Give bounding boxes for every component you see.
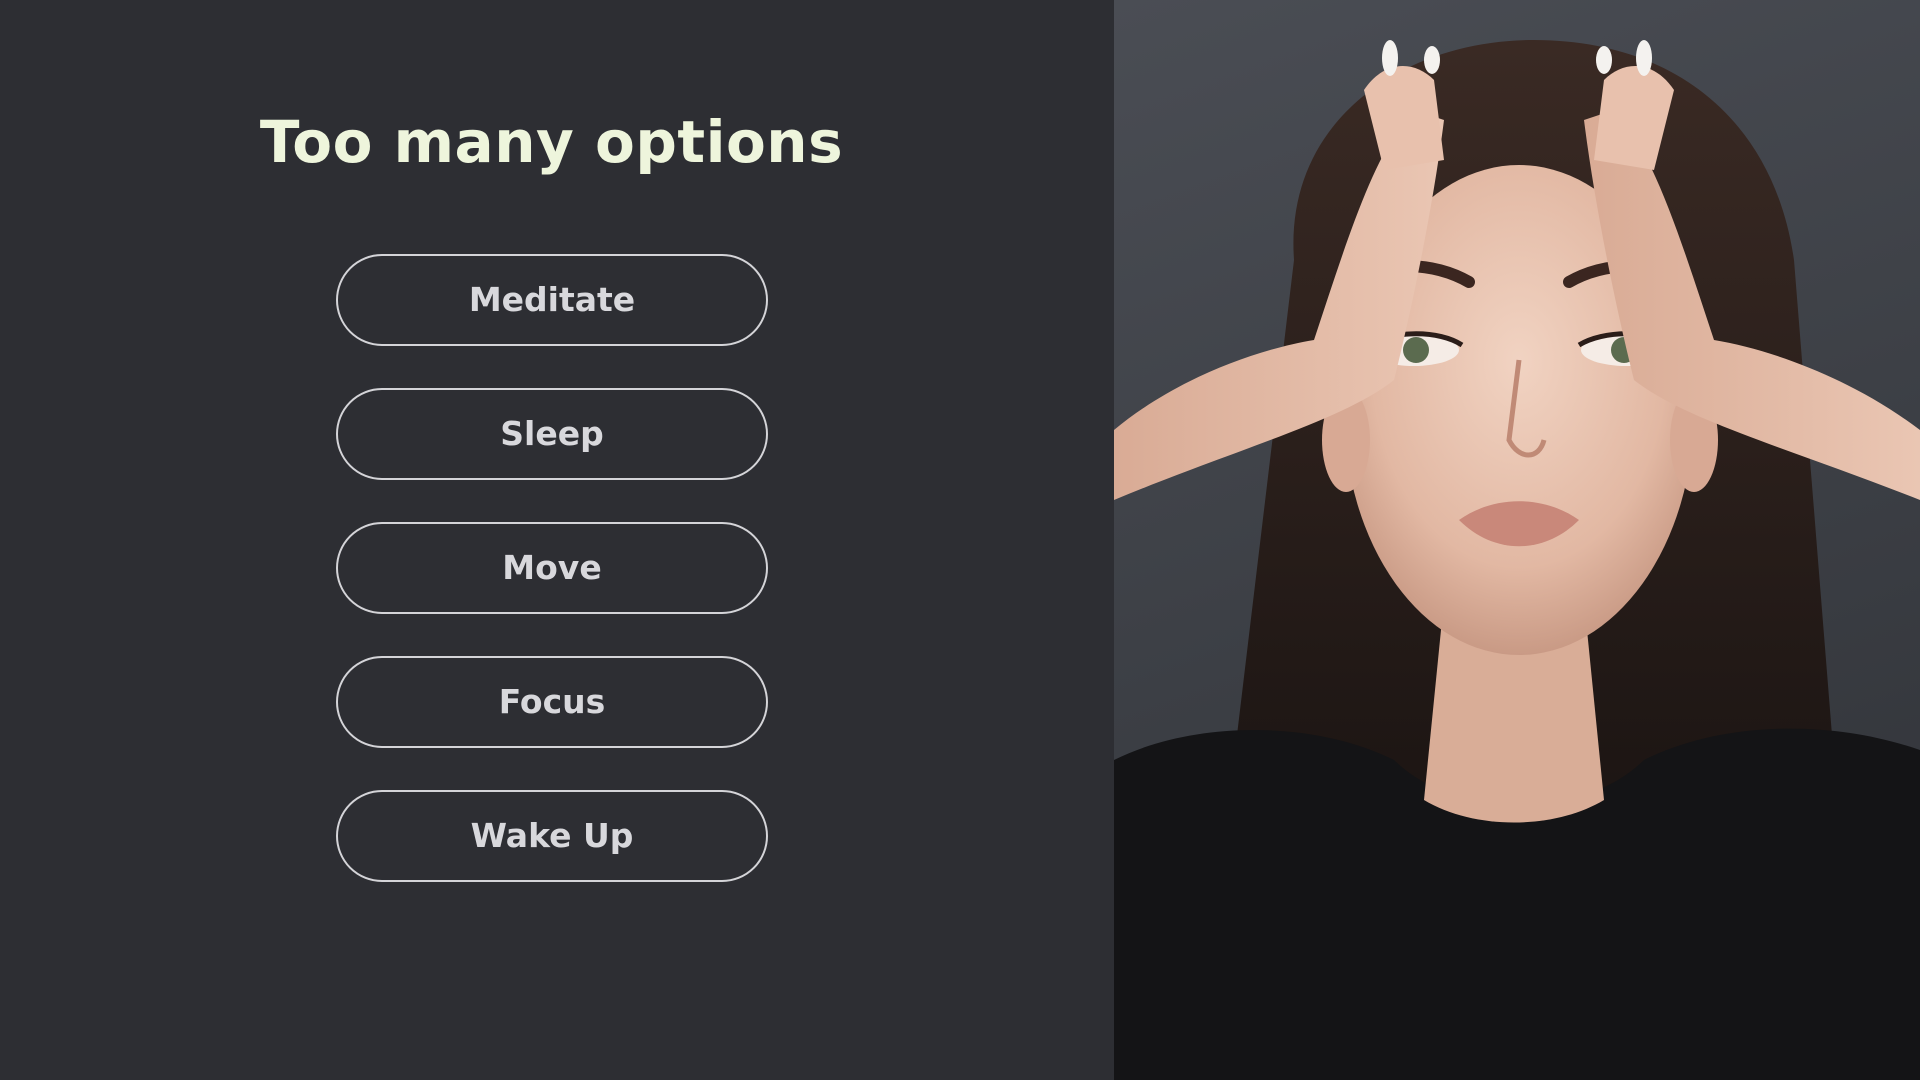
- option-button-focus[interactable]: Focus: [336, 656, 768, 748]
- option-button-sleep[interactable]: Sleep: [336, 388, 768, 480]
- option-button-move[interactable]: Move: [336, 522, 768, 614]
- left-panel: Too many options Meditate Sleep Move Foc…: [0, 0, 1114, 1080]
- page-title: Too many options: [259, 108, 844, 176]
- woman-holding-head-photo: [1114, 40, 1920, 1080]
- slide: Too many options Meditate Sleep Move Foc…: [0, 0, 1920, 1080]
- options-list: Meditate Sleep Move Focus Wake Up: [336, 254, 768, 924]
- option-button-meditate[interactable]: Meditate: [336, 254, 768, 346]
- photo-panel: [1114, 0, 1920, 1080]
- option-button-wake-up[interactable]: Wake Up: [336, 790, 768, 882]
